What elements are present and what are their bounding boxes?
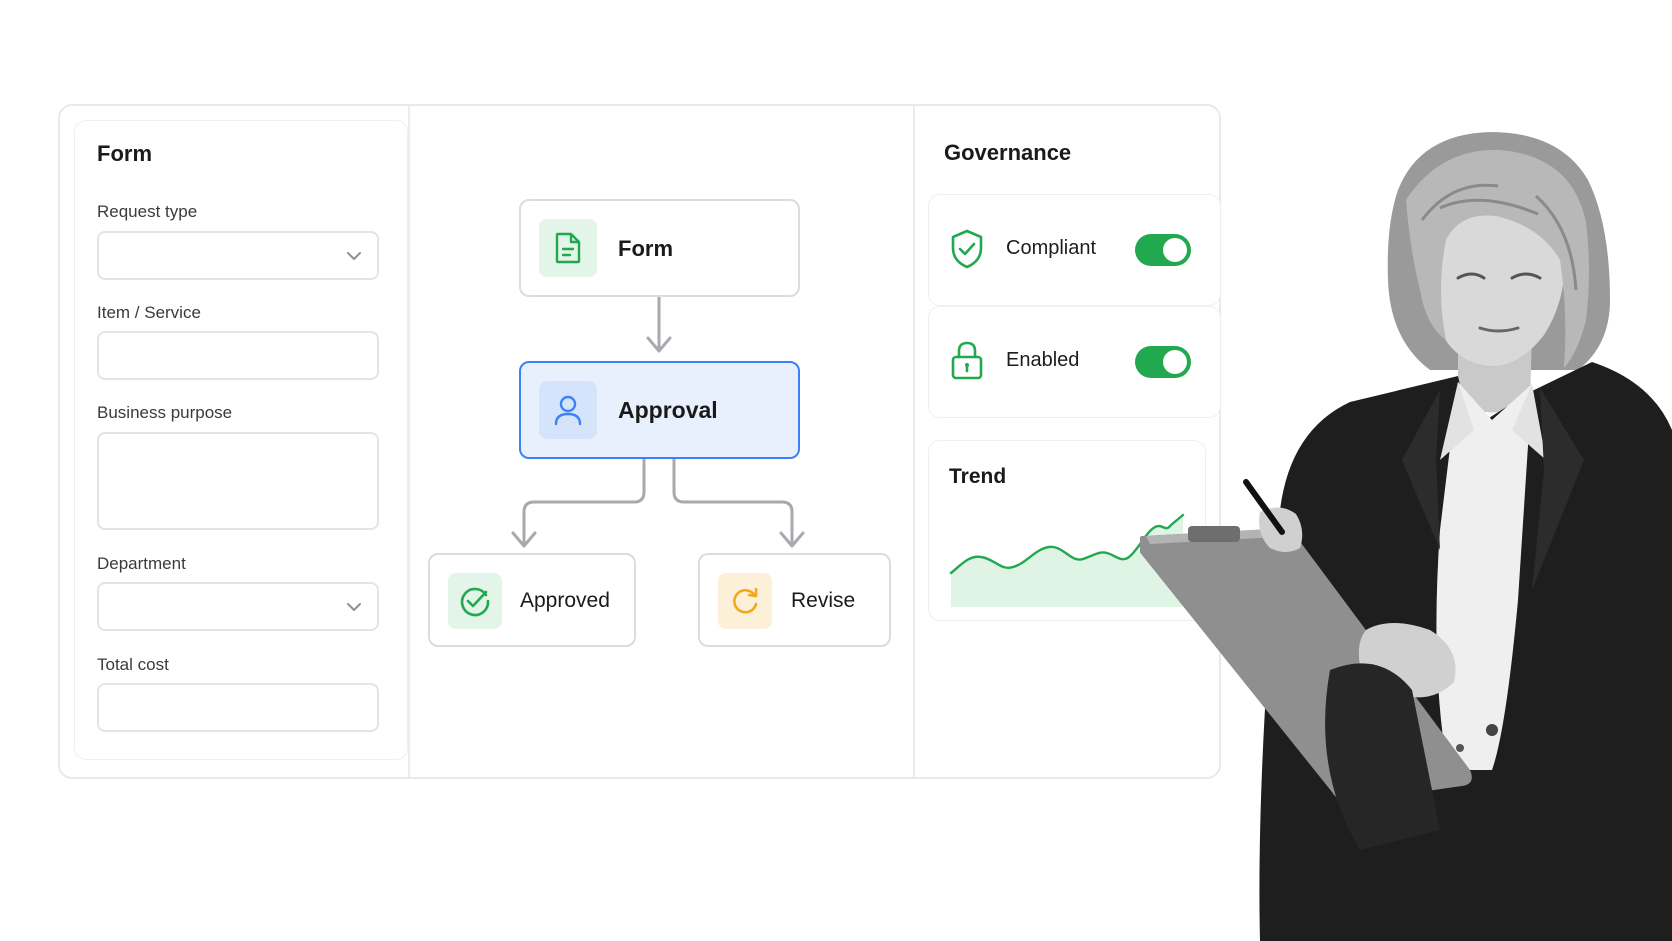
flow-node-form[interactable]: Form — [519, 199, 800, 297]
trend-title: Trend — [949, 465, 1007, 488]
flow-node-approved[interactable]: Approved — [428, 553, 636, 647]
flow-node-revise[interactable]: Revise — [698, 553, 891, 647]
enabled-label: Enabled — [1006, 349, 1080, 371]
lock-icon — [951, 341, 983, 380]
document-icon — [539, 219, 597, 277]
shield-check-icon — [951, 229, 983, 269]
flow-node-approval[interactable]: Approval — [519, 361, 800, 459]
flow-node-approval-label: Approval — [618, 397, 718, 423]
refresh-icon — [718, 573, 772, 629]
person-with-clipboard-image — [1140, 132, 1672, 941]
user-icon — [539, 381, 597, 439]
connector-approval-revise — [672, 457, 794, 547]
check-circle-icon — [448, 573, 502, 629]
flow-node-revise-label: Revise — [791, 589, 856, 612]
governance-title: Governance — [944, 140, 1072, 165]
compliant-label: Compliant — [1006, 237, 1097, 259]
flow-node-form-label: Form — [618, 236, 673, 261]
flow-node-approved-label: Approved — [520, 589, 610, 612]
connector-approval-approved — [522, 457, 646, 547]
